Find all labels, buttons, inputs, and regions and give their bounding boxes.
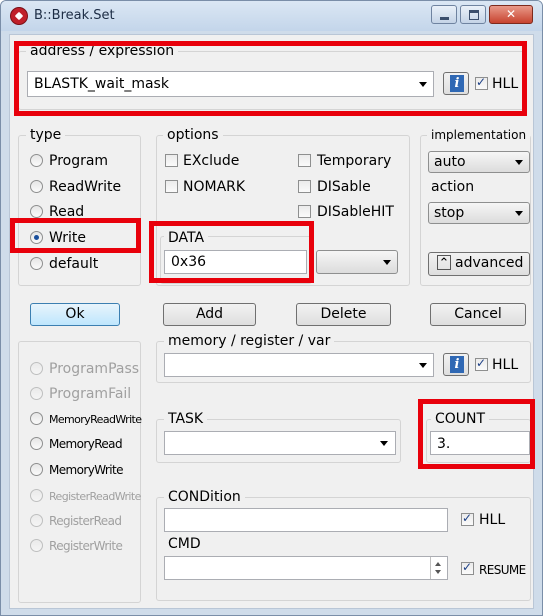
temporary-label: Temporary bbox=[317, 153, 392, 169]
registerwrite-label: RegisterWrite bbox=[49, 539, 123, 553]
window-title: B::Break.Set bbox=[34, 8, 115, 23]
type-label-default: default bbox=[49, 256, 99, 272]
highlight-data bbox=[149, 221, 314, 283]
ok-button[interactable]: Ok bbox=[30, 303, 120, 326]
add-button[interactable]: Add bbox=[163, 303, 256, 326]
type-radio-memoryread[interactable] bbox=[30, 437, 43, 450]
temporary-checkbox[interactable] bbox=[298, 154, 311, 167]
memorywrite-label: MemoryWrite bbox=[49, 463, 123, 477]
chevron-up-icon: ⌃ bbox=[437, 255, 451, 271]
type-label-program: Program bbox=[49, 153, 109, 169]
minimize-button[interactable] bbox=[431, 5, 457, 24]
maximize-button[interactable] bbox=[460, 5, 486, 24]
type-radio-registerwrite bbox=[30, 539, 43, 552]
memoryread-label: MemoryRead bbox=[49, 437, 123, 451]
options-group-label: options bbox=[163, 127, 223, 143]
dropdown-arrow-icon[interactable] bbox=[383, 260, 391, 265]
condition-input[interactable] bbox=[164, 508, 448, 532]
memory-info-button[interactable]: i bbox=[443, 353, 469, 376]
title-bar[interactable]: B::Break.Set ✕ bbox=[1, 1, 542, 31]
type-radio-registerread bbox=[30, 514, 43, 527]
exclude-label: EXclude bbox=[183, 153, 240, 169]
advanced-button[interactable]: ⌃ advanced bbox=[428, 252, 530, 276]
action-label: action bbox=[427, 179, 479, 195]
disablehit-label: DISableHIT bbox=[317, 204, 394, 220]
delete-button[interactable]: Delete bbox=[296, 303, 391, 326]
memory-hll-checkbox[interactable] bbox=[475, 356, 488, 371]
disable-checkbox[interactable] bbox=[298, 180, 311, 193]
highlight-address bbox=[14, 41, 527, 116]
highlight-write bbox=[10, 218, 141, 253]
disable-label: DISable bbox=[317, 179, 371, 195]
cmd-input[interactable] bbox=[164, 556, 448, 580]
dropdown-arrow-icon[interactable] bbox=[515, 211, 523, 216]
break-set-window: B::Break.Set ✕ address / expression BLAS… bbox=[0, 0, 543, 616]
programpass-label: ProgramPass bbox=[49, 361, 140, 377]
implementation-label: implementation bbox=[427, 127, 531, 143]
type-radio-memoryreadwrite[interactable] bbox=[30, 412, 43, 425]
cmd-label: CMD bbox=[164, 536, 205, 552]
registerread-label: RegisterRead bbox=[49, 514, 122, 528]
nomark-checkbox[interactable] bbox=[165, 180, 178, 193]
advanced-label: advanced bbox=[455, 255, 524, 271]
resume-checkbox[interactable] bbox=[461, 560, 474, 575]
memory-input[interactable] bbox=[164, 353, 434, 377]
nomark-label: NOMARK bbox=[183, 179, 246, 195]
programfail-label: ProgramFail bbox=[49, 386, 132, 402]
exclude-checkbox[interactable] bbox=[165, 154, 178, 167]
disablehit-checkbox[interactable] bbox=[298, 205, 311, 218]
spinner-icon[interactable] bbox=[430, 557, 446, 579]
type-radio-default[interactable] bbox=[30, 257, 43, 270]
condition-hll-label: HLL bbox=[479, 512, 506, 528]
type-radio-programfail bbox=[30, 387, 43, 400]
dropdown-arrow-icon[interactable] bbox=[515, 160, 523, 165]
close-button[interactable]: ✕ bbox=[489, 5, 533, 24]
task-group-label: TASK bbox=[164, 411, 208, 427]
type-radio-read[interactable] bbox=[30, 205, 43, 218]
condition-group-label: CONDition bbox=[164, 489, 245, 505]
app-icon bbox=[10, 7, 28, 25]
resume-label: RESUME bbox=[479, 563, 526, 577]
type-radio-memorywrite[interactable] bbox=[30, 463, 43, 476]
type-group-label: type bbox=[26, 127, 66, 143]
condition-hll-checkbox[interactable] bbox=[461, 511, 474, 526]
task-input[interactable] bbox=[164, 431, 396, 455]
dropdown-arrow-icon[interactable] bbox=[380, 441, 388, 446]
registerreadwrite-label: RegisterReadWrite bbox=[49, 490, 141, 503]
highlight-count bbox=[418, 399, 535, 469]
type-label-readwrite: ReadWrite bbox=[49, 179, 122, 195]
memory-hll-label: HLL bbox=[492, 357, 519, 373]
type-radio-registerreadwrite bbox=[30, 489, 43, 502]
type-radio-program[interactable] bbox=[30, 154, 43, 167]
dropdown-arrow-icon[interactable] bbox=[419, 363, 427, 368]
cancel-button[interactable]: Cancel bbox=[430, 303, 526, 326]
memoryreadwrite-label: MemoryReadWrite bbox=[49, 413, 142, 426]
info-icon: i bbox=[450, 356, 464, 373]
type-radio-programpass bbox=[30, 362, 43, 375]
memory-group-label: memory / register / var bbox=[164, 333, 335, 349]
dialog-body: address / expression BLASTK_wait_mask i … bbox=[9, 34, 535, 609]
type-radio-readwrite[interactable] bbox=[30, 180, 43, 193]
